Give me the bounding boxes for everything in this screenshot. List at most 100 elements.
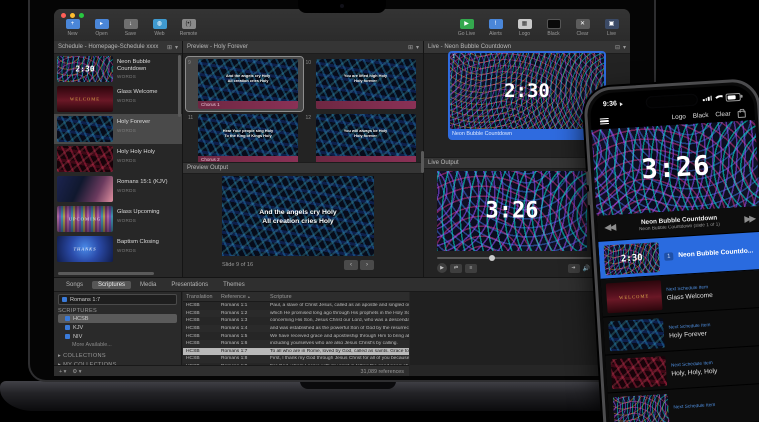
table-row[interactable]: HCSB Romans 1:1 Paul, a slave of Christ …	[183, 302, 409, 310]
speaker-icon[interactable]: 🔊	[583, 265, 590, 272]
media-progress-track[interactable]	[437, 254, 594, 261]
library-panel: Songs Scriptures Media Presentations The…	[54, 277, 630, 376]
menu-icon[interactable]	[599, 117, 610, 125]
schedule-item-glass-welcome[interactable]: WELCOME Glass Welcome WORDS	[54, 84, 182, 114]
loop-button[interactable]: ⇄	[450, 263, 462, 273]
play-button[interactable]: ▶	[437, 263, 447, 273]
phone-logo-button[interactable]: Logo	[671, 113, 686, 121]
settings-gear-button[interactable]: ⚙ ▾	[72, 369, 81, 375]
tab-media[interactable]: Media	[134, 281, 162, 289]
schedule-item-glass-upcoming[interactable]: UPCOMING Glass Upcoming WORDS	[54, 204, 182, 234]
remote-button[interactable]: (•) Remote	[175, 19, 202, 37]
translation-niv[interactable]: NIV	[58, 332, 177, 341]
item-subtitle: WORDS	[117, 127, 137, 133]
more-available-link[interactable]: More Available...	[58, 341, 177, 350]
schedule-horizontal-scrollbar[interactable]	[58, 272, 154, 275]
cell-reference: Romans 1:8	[221, 356, 248, 362]
web-button[interactable]: ◍ Web	[146, 19, 173, 37]
live-button[interactable]: ▣ Live	[598, 19, 625, 37]
schedule-item-holy-holy-holy[interactable]: Holy Holy Holy WORDS	[54, 144, 182, 174]
art-text: THANKS	[73, 246, 97, 252]
schedule-item-neon-bubble-countdown[interactable]: 2:30 Neon Bubble Countdown WORDS	[54, 54, 182, 84]
cell-scripture: We have received grace and apostleship t…	[270, 333, 409, 339]
translation-kjv[interactable]: KJV	[58, 323, 177, 332]
laptop-screen: + New ▸ Open ↓ Save ◍ Web (•) Remote ▶ G…	[28, 0, 656, 382]
schedule-options-chevron-icon[interactable]: ▾	[175, 44, 178, 51]
close-window-button[interactable]	[61, 13, 66, 18]
previous-slide-button[interactable]: ‹	[344, 260, 358, 270]
live-selected-slide[interactable]: 1 2:30 5:08 Neon Bubble Countdown	[448, 51, 606, 140]
playback-option-button[interactable]: ≡	[465, 263, 477, 273]
item-title: Neon Bubble Countdown	[117, 59, 151, 72]
table-row-selected[interactable]: HCSB Romans 1:7 To all who are in Rome, …	[183, 347, 409, 356]
table-row[interactable]: HCSB Romans 1:5 We have received grace a…	[183, 332, 409, 340]
next-item-button[interactable]: ▶▶	[744, 213, 754, 225]
alerts-button[interactable]: ! Alerts	[482, 19, 509, 37]
column-reference[interactable]: Reference ▴	[219, 294, 267, 300]
scripture-search-input[interactable]: Romans 1:7	[58, 294, 177, 305]
book-icon	[65, 325, 70, 330]
schedule-item-baptism-closing[interactable]: THANKS Baptism Closing WORDS	[54, 234, 182, 264]
logo-button-label: Logo	[518, 31, 531, 37]
phone-clear-button[interactable]: Clear	[715, 110, 731, 118]
tab-songs[interactable]: Songs	[60, 281, 89, 289]
schedule-item-holy-forever[interactable]: Holy Forever WORDS	[54, 114, 182, 144]
add-to-schedule-icon[interactable]: ⊞	[167, 44, 172, 51]
logo-button[interactable]: ▦ Logo	[511, 19, 538, 37]
translation-hcsb[interactable]: HCSB	[58, 314, 177, 323]
go-live-button[interactable]: ▶ Go Live	[453, 19, 480, 37]
zoom-window-button[interactable]	[79, 13, 84, 18]
volume-down-button[interactable]	[587, 191, 591, 206]
add-button[interactable]: + ▾	[59, 369, 66, 375]
tab-presentations[interactable]: Presentations	[165, 281, 214, 289]
table-row[interactable]: HCSB Romans 1:6 including yourselves who…	[183, 339, 409, 348]
new-button[interactable]: + New	[59, 19, 86, 37]
clear-button[interactable]: ✕ Clear	[569, 19, 596, 37]
save-button[interactable]: ↓ Save	[117, 19, 144, 37]
preview-options-chevron-icon[interactable]: ▾	[416, 44, 419, 51]
table-row[interactable]: HCSB Romans 1:8 First, I thank my God th…	[183, 355, 409, 363]
thumbnail-holy-holy-holy	[610, 355, 668, 389]
table-row[interactable]: HCSB Romans 1:2 which He promised long a…	[183, 309, 409, 318]
cell-translation: HCSB	[186, 310, 200, 316]
status-time: 9:36	[602, 100, 618, 109]
slide-10[interactable]: 10 You are lifted high Holy Holy forever	[304, 57, 421, 111]
view-grid-icon[interactable]: ⊞	[408, 44, 413, 51]
cell-translation: HCSB	[186, 303, 200, 309]
tab-themes[interactable]: Themes	[217, 281, 251, 289]
live-view-icon[interactable]: ⊟	[615, 44, 620, 51]
output-route-button[interactable]: ➜	[567, 263, 580, 273]
table-row[interactable]: HCSB Romans 1:3 concerning His Son, Jesu…	[183, 317, 409, 325]
slide-11[interactable]: 11 Hear Your people sing Holy To the Kin…	[186, 112, 303, 166]
cell-scripture: Paul, a slave of Christ Jesus, called as…	[270, 303, 409, 309]
item-subtitle: WORDS	[117, 74, 137, 80]
live-options-chevron-icon[interactable]: ▾	[623, 44, 626, 51]
item-title: Glass Upcoming	[117, 209, 160, 215]
previous-item-button[interactable]: ◀◀	[604, 222, 614, 234]
tab-scriptures[interactable]: Scriptures	[92, 280, 132, 289]
minimize-window-button[interactable]	[70, 13, 75, 18]
schedule-item-romans[interactable]: Romans 15:1 (KJV) WORDS	[54, 174, 182, 204]
cell-scripture: including yourselves who are also Jesus …	[270, 341, 398, 347]
volume-up-button[interactable]	[585, 171, 590, 186]
thumbnail-thanks: THANKS	[57, 236, 113, 262]
black-button[interactable]: Black	[540, 19, 567, 37]
disclosure-triangle-icon: ▸	[58, 353, 62, 359]
slide-9[interactable]: 9 And the angels cry Holy All creation c…	[185, 56, 304, 112]
open-button[interactable]: ▸ Open	[88, 19, 115, 37]
schedule-vertical-scrollbar[interactable]	[178, 55, 181, 117]
next-slide-button[interactable]: ›	[360, 260, 374, 270]
new-button-label: New	[67, 31, 78, 37]
column-translation[interactable]: Translation	[183, 294, 219, 300]
collections-section[interactable]: ▸ COLLECTIONS	[58, 353, 177, 359]
column-scripture[interactable]: Scripture	[267, 294, 409, 300]
phone-black-button[interactable]: Black	[693, 111, 709, 119]
table-row[interactable]: HCSB Romans 1:4 and was established as t…	[183, 324, 409, 333]
media-progress-knob[interactable]	[488, 254, 495, 261]
slide-12[interactable]: 12 You will always be Holy Holy forever	[304, 112, 421, 166]
pane-splitter-handle[interactable]	[421, 151, 424, 173]
thumbnail-neon-countdown: 2:30	[57, 56, 113, 82]
lock-icon[interactable]	[737, 110, 746, 118]
thumbnail-welcome: WELCOME	[57, 86, 113, 112]
cellular-signal-icon	[702, 95, 712, 102]
